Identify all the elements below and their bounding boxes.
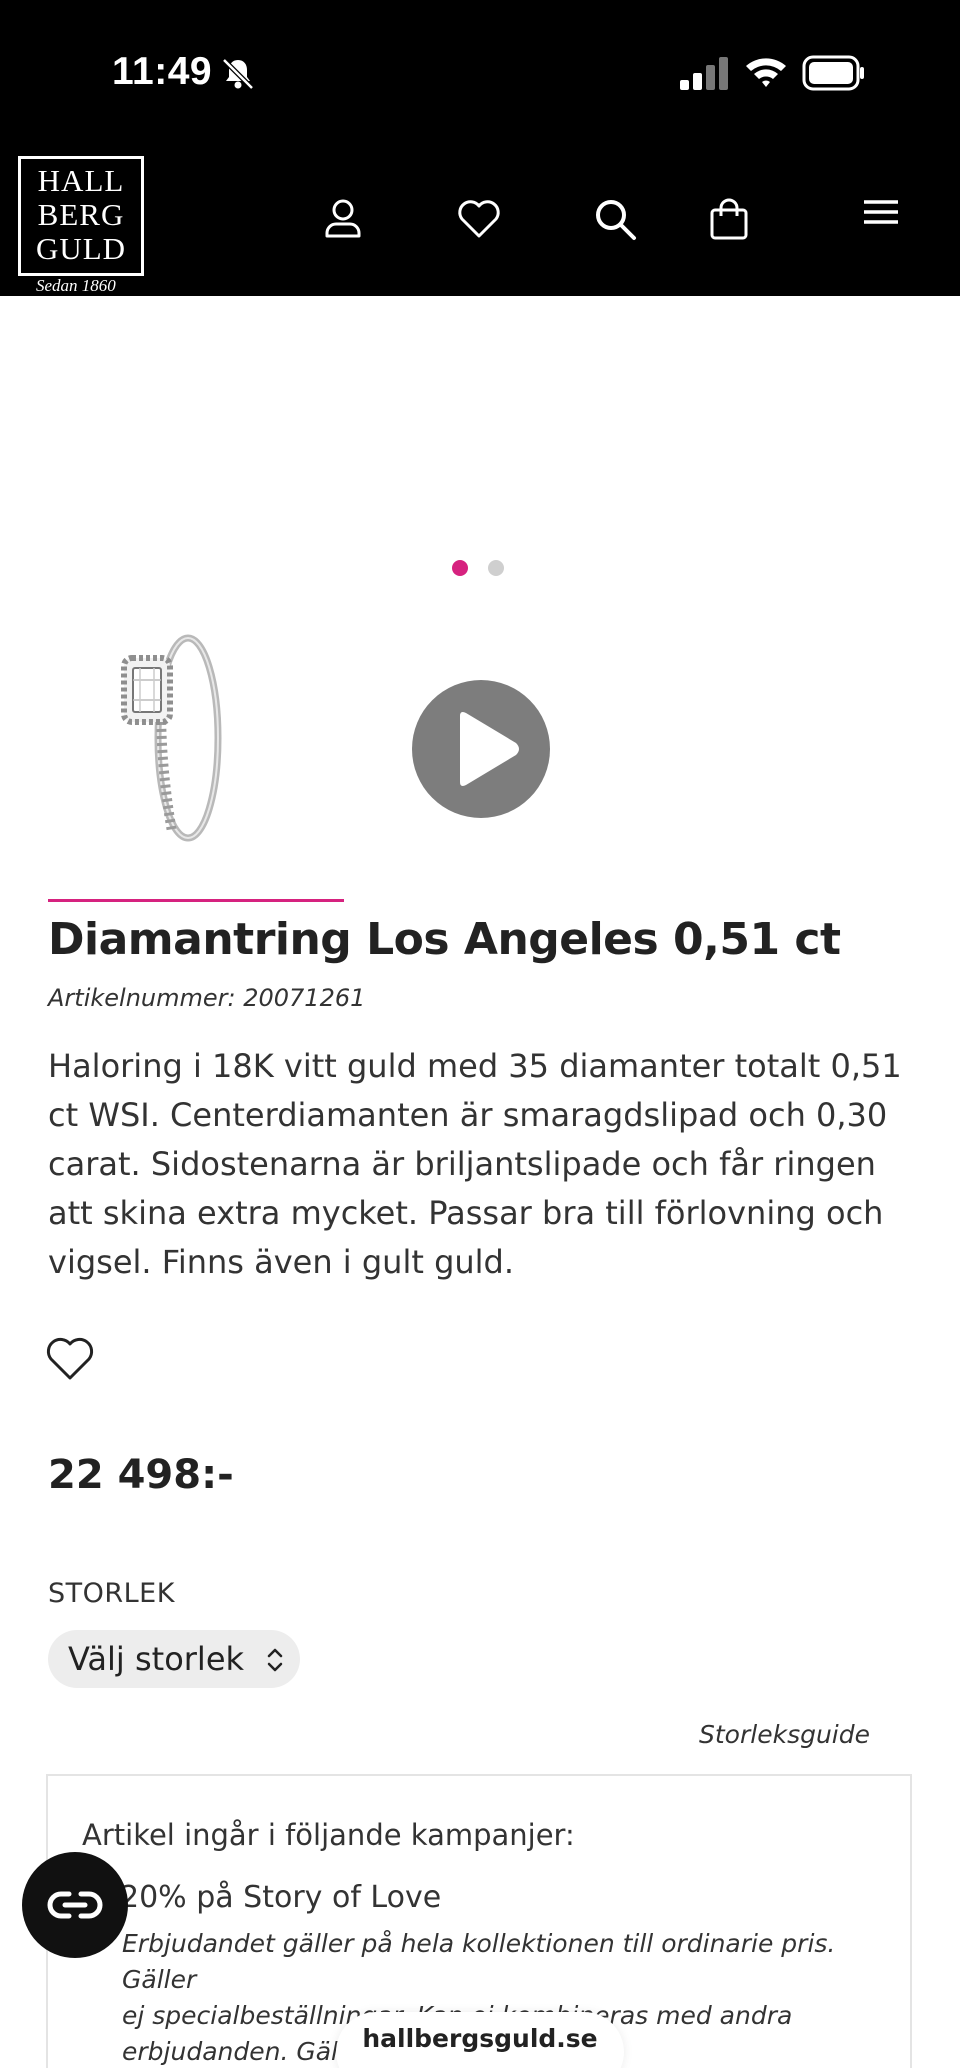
size-label: STORLEK — [48, 1578, 175, 1609]
description-line: vigsel. Finns även i gult guld. — [48, 1243, 515, 1281]
bell-slash-icon — [222, 58, 254, 90]
product-price: 22 498:- — [48, 1452, 234, 1498]
logo-tagline: Sedan 1860 — [36, 276, 116, 295]
title-accent-line — [48, 899, 344, 902]
status-bar: 11:49 — [0, 0, 960, 150]
campaign-heading: Artikel ingår i följande kampanjer: — [82, 1818, 575, 1852]
site-header: HALL BERG GULD — [0, 150, 960, 296]
description-line: ct WSI. Centerdiamanten är smaragdslipad… — [48, 1096, 888, 1134]
size-guide-link[interactable]: Storleksguide — [699, 1720, 870, 1749]
gallery-dot-1[interactable] — [452, 560, 468, 576]
description-line: carat. Sidostenarna är briljantslipade o… — [48, 1145, 876, 1183]
heart-icon[interactable] — [454, 194, 504, 244]
ring-thumbnail[interactable] — [100, 620, 240, 850]
logo-line-3: GULD — [35, 231, 127, 266]
size-select[interactable]: Välj storlek — [48, 1630, 300, 1688]
shopping-bag-icon[interactable] — [704, 194, 754, 244]
article-number: Artikelnummer: 20071261 — [48, 984, 366, 1012]
campaign-name: 20% på Story of Love — [120, 1880, 442, 1915]
chat-button[interactable] — [22, 1852, 128, 1958]
gallery-pagination — [452, 560, 504, 576]
add-to-favorites-heart-icon[interactable] — [44, 1334, 96, 1382]
wifi-icon — [746, 58, 786, 87]
video-play-button[interactable] — [412, 680, 550, 818]
menu-icon[interactable] — [856, 190, 906, 240]
play-icon — [460, 712, 519, 786]
campaign-terms-line: Erbjudandet gäller på hela kollektionen … — [122, 1929, 836, 1994]
description-line: att skina extra mycket. Passar bra till … — [48, 1194, 884, 1232]
product-description: Haloring i 18K vitt guld med 35 diamante… — [48, 1042, 928, 1287]
chat-icon — [47, 1891, 103, 1919]
product-title: Diamantring Los Angeles 0,51 ct — [48, 914, 841, 965]
browser-url-bar[interactable]: hallbergsguld.se — [336, 2012, 624, 2068]
chevron-up-down-icon — [267, 1648, 283, 1672]
size-select-value: Välj storlek — [68, 1640, 245, 1678]
battery-icon — [802, 55, 864, 91]
gallery-dot-2[interactable] — [488, 560, 504, 576]
search-icon[interactable] — [590, 194, 640, 244]
signal-icon — [680, 57, 728, 90]
description-line: Haloring i 18K vitt guld med 35 diamante… — [48, 1047, 902, 1085]
user-icon[interactable] — [318, 194, 368, 244]
logo-line-1: HALL — [37, 163, 125, 198]
logo-line-2: BERG — [37, 197, 125, 232]
status-time: 11:49 — [112, 50, 213, 93]
hallberg-guld-logo[interactable]: HALL BERG GULD — [18, 156, 144, 276]
